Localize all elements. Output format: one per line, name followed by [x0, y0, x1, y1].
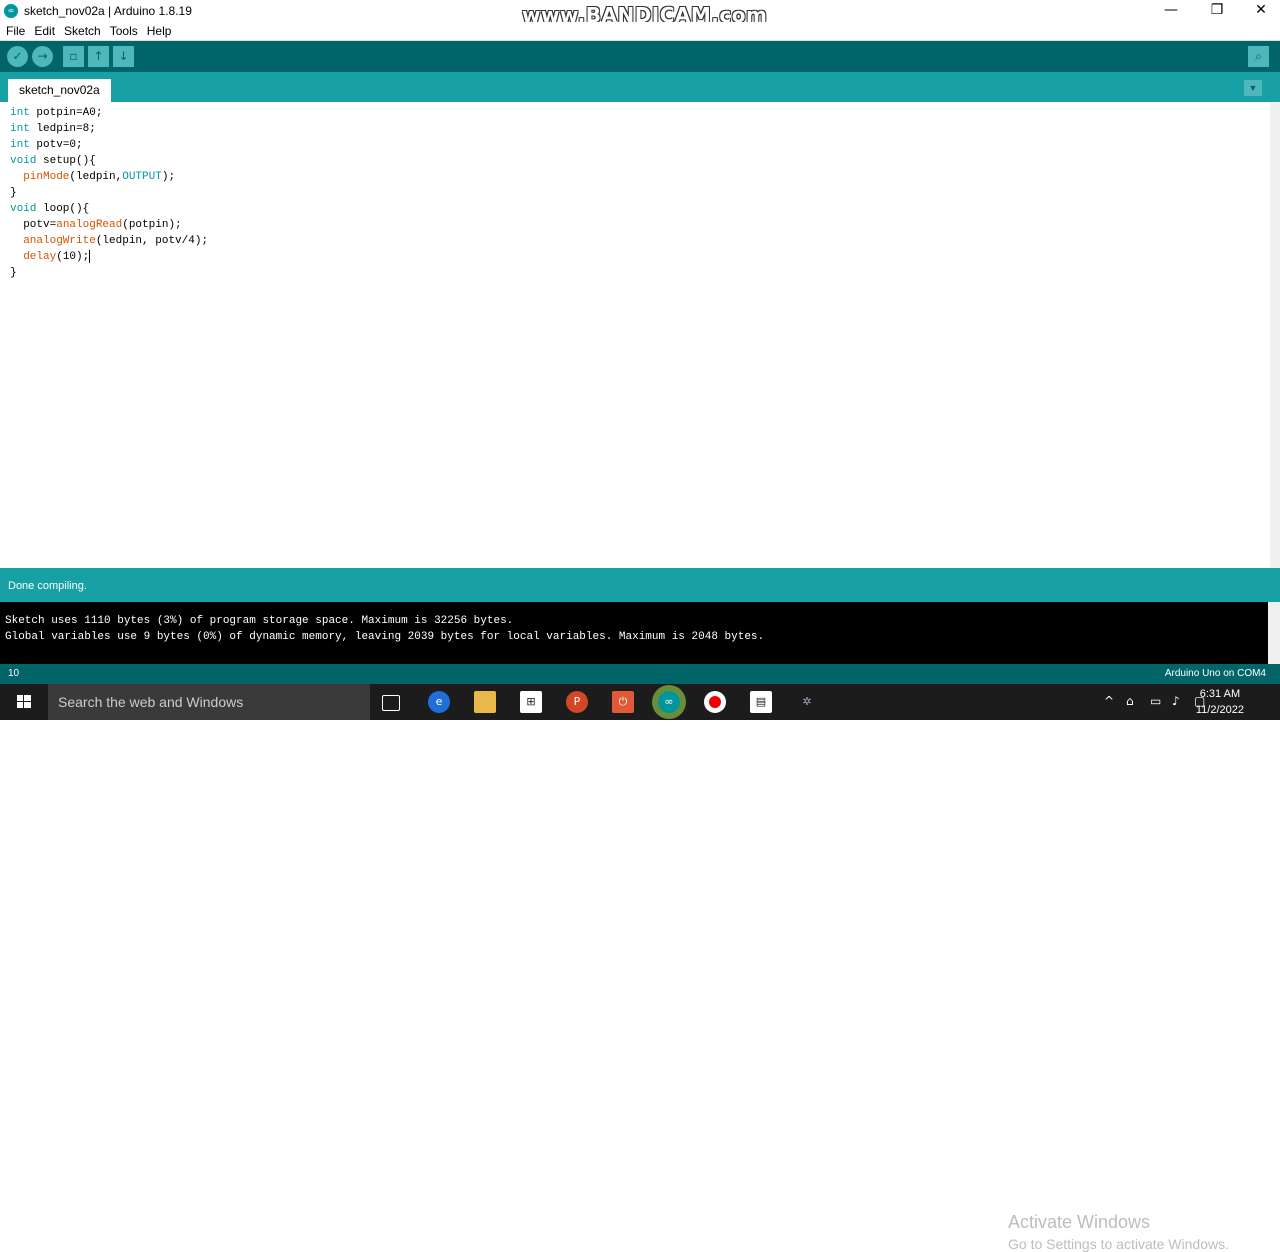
tab-sketch[interactable]: sketch_nov02a: [8, 79, 111, 102]
constant: OUTPUT: [122, 171, 162, 183]
network-icon[interactable]: ⌂: [1126, 694, 1134, 708]
code-text: potv=0;: [29, 139, 83, 151]
code-line: }: [10, 185, 17, 201]
window-title: sketch_nov02a | Arduino 1.8.19: [24, 4, 192, 18]
close-button[interactable]: ✕: [1238, 0, 1280, 22]
menu-sketch[interactable]: Sketch: [58, 22, 104, 39]
code-line: int potpin=A0;: [10, 105, 102, 121]
code-line: analogWrite(ledpin, potv/4);: [10, 233, 208, 249]
tray-chevron-icon[interactable]: ^: [1104, 694, 1114, 708]
keyword: int: [10, 139, 30, 151]
code-text: setup(){: [36, 155, 96, 167]
arduino-logo-icon: ∞: [4, 4, 18, 18]
board-port-label: Arduino Uno on COM4: [1164, 668, 1266, 679]
code-text: (ledpin, potv/4);: [95, 235, 209, 247]
file-explorer-icon[interactable]: [474, 691, 496, 713]
console-line: Sketch uses 1110 bytes (3%) of program s…: [5, 615, 514, 627]
code-text: }: [10, 267, 17, 279]
code-text: potpin=A0;: [29, 107, 103, 119]
clapper-icon[interactable]: ▤: [750, 691, 772, 713]
text-cursor: [89, 249, 91, 263]
restore-button[interactable]: ❐: [1194, 0, 1240, 22]
keyword: int: [10, 107, 30, 119]
upload-icon[interactable]: →: [32, 46, 53, 67]
tab-menu-icon[interactable]: ▼: [1244, 80, 1262, 96]
powerpoint-icon[interactable]: P: [566, 691, 588, 713]
code-text: );: [161, 171, 176, 183]
battery-icon[interactable]: ▭: [1150, 694, 1161, 708]
menu-help[interactable]: Help: [141, 22, 175, 39]
keyword: void: [10, 155, 37, 167]
code-line: int potv=0;: [10, 137, 83, 153]
editor-scrollbar[interactable]: [1270, 102, 1280, 568]
app-power-icon[interactable]: ⏻: [612, 691, 634, 713]
minimize-button[interactable]: —: [1148, 0, 1194, 22]
status-bar: Done compiling.: [0, 568, 1280, 602]
save-icon[interactable]: ↓: [113, 46, 134, 67]
function-name: analogWrite: [23, 235, 96, 247]
spider-icon[interactable]: ✲: [796, 691, 818, 713]
store-icon[interactable]: ⊞: [520, 691, 542, 713]
code-text: potv=: [10, 219, 57, 231]
windows-logo-icon: [17, 695, 31, 708]
activation-title: Activate Windows: [1008, 1212, 1151, 1232]
toolbar: ✓ → ▫ ↑ ↓ ⌕: [0, 41, 1280, 72]
code-line: potv=analogRead(potpin);: [10, 217, 182, 233]
code-line: void setup(){: [10, 153, 96, 169]
open-icon[interactable]: ↑: [88, 46, 109, 67]
code-text: }: [10, 187, 17, 199]
serial-monitor-icon[interactable]: ⌕: [1248, 46, 1269, 67]
search-placeholder: Search the web and Windows: [58, 694, 244, 710]
clock-date: 11/2/2022: [1195, 704, 1244, 716]
code-text: loop(){: [36, 203, 90, 215]
menu-edit[interactable]: Edit: [28, 22, 58, 39]
edge-browser-icon[interactable]: e: [428, 691, 450, 713]
menu-tools[interactable]: Tools: [104, 22, 141, 39]
status-message: Done compiling.: [8, 580, 87, 592]
code-text: (10);: [56, 251, 90, 263]
function-name: delay: [23, 251, 57, 263]
code-line: void loop(){: [10, 201, 89, 217]
menu-bar: File Edit Sketch Tools Help: [0, 22, 1280, 41]
title-bar: ∞ sketch_nov02a | Arduino 1.8.19 www.BAN…: [0, 0, 1280, 27]
task-view-icon[interactable]: [382, 695, 400, 711]
code-line: pinMode(ledpin,OUTPUT);: [10, 169, 175, 185]
activation-subtitle: Go to Settings to activate Windows.: [1008, 1236, 1229, 1252]
code-text: ledpin=8;: [29, 123, 96, 135]
function-name: pinMode: [23, 171, 70, 183]
tab-bar: sketch_nov02a ▼: [0, 72, 1280, 102]
system-clock[interactable]: 6:31 AM 11/2/2022: [1196, 686, 1244, 718]
new-icon[interactable]: ▫: [63, 46, 84, 67]
bottom-status-bar: 10 Arduino Uno on COM4: [0, 664, 1280, 684]
taskbar-search[interactable]: Search the web and Windows: [48, 684, 370, 720]
volume-icon[interactable]: ♪: [1172, 694, 1180, 708]
console-line: Global variables use 9 bytes (0%) of dyn…: [5, 631, 765, 643]
menu-file[interactable]: File: [0, 22, 28, 39]
arduino-taskbar-icon[interactable]: ∞: [658, 691, 680, 713]
record-icon[interactable]: [704, 691, 726, 713]
console-scrollbar[interactable]: [1268, 602, 1280, 664]
code-editor[interactable]: int potpin=A0; int ledpin=8; int potv=0;…: [4, 102, 1270, 568]
keyword: int: [10, 123, 30, 135]
line-number: 10: [8, 668, 20, 679]
code-line: int ledpin=8;: [10, 121, 96, 137]
code-text: (ledpin,: [69, 171, 123, 183]
function-name: analogRead: [56, 219, 123, 231]
console-output[interactable]: Sketch uses 1110 bytes (3%) of program s…: [0, 602, 1280, 1252]
clock-time: 6:31 AM: [1199, 688, 1241, 700]
code-line: delay(10);: [10, 249, 91, 265]
taskbar: Search the web and Windows e ⊞ P ⏻ ∞ ▤ ✲…: [0, 684, 1280, 720]
start-button[interactable]: [0, 684, 48, 720]
keyword: void: [10, 203, 37, 215]
verify-icon[interactable]: ✓: [7, 46, 28, 67]
code-text: (potpin);: [122, 219, 182, 231]
code-line: }: [10, 265, 17, 281]
